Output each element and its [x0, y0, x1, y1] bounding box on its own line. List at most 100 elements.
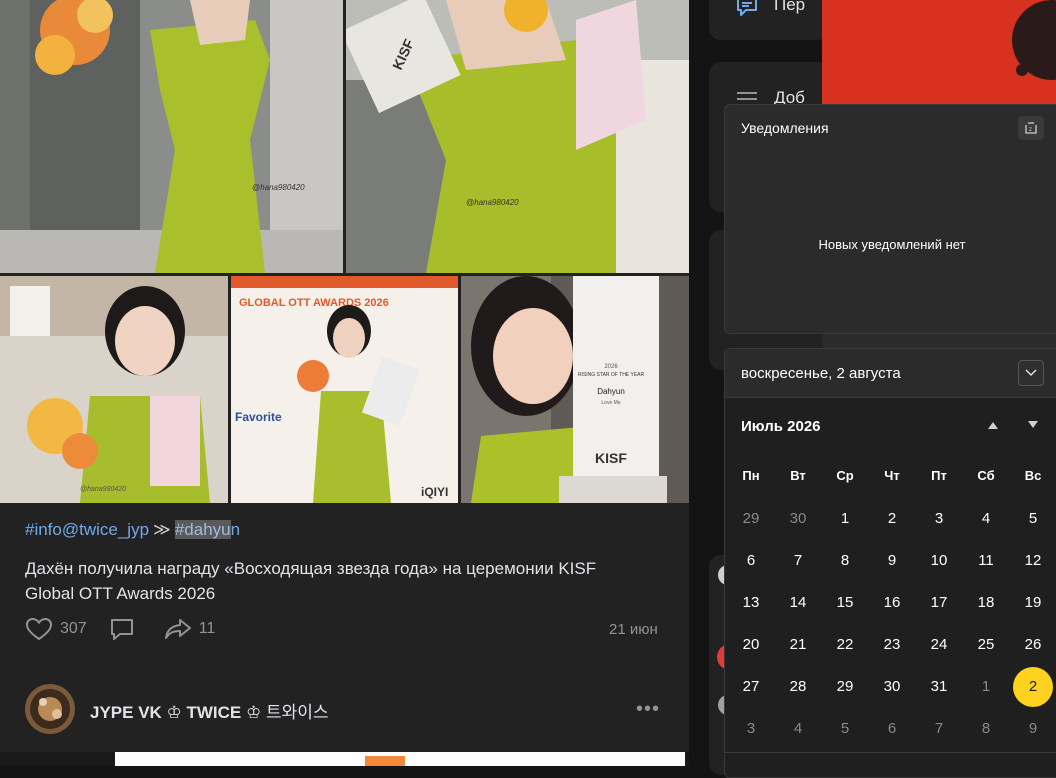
photo-sponsor: Favorite: [235, 410, 282, 424]
hashtag-link-tail[interactable]: n: [231, 520, 240, 539]
calendar-day[interactable]: 14: [778, 583, 818, 623]
hashtag-separator: ≫: [153, 520, 171, 539]
author-name-text: JYPE VK ♔ TWICE ♔: [90, 703, 262, 722]
calendar-day[interactable]: 11: [966, 541, 1006, 581]
calendar-collapse-button[interactable]: [1018, 360, 1044, 386]
calendar-month-title[interactable]: Июль 2026: [741, 418, 821, 435]
notifications-empty-text: Новых уведомлений нет: [818, 237, 966, 252]
svg-text:z: z: [1029, 127, 1032, 133]
post-text: Дахён получила награду «Восходящая звезд…: [25, 559, 597, 603]
calendar-day-today[interactable]: 2: [1013, 667, 1053, 707]
photo-sponsor: iQIYI: [421, 485, 448, 499]
trophy-sub: Love Me: [601, 400, 620, 406]
calendar-day[interactable]: 23: [872, 625, 912, 665]
calendar-weekday: Чт: [884, 468, 900, 483]
photo-banner: GLOBAL OTT AWARDS 2026: [239, 297, 389, 309]
photo-watermark: @hana980420: [252, 183, 305, 192]
hashtag-link[interactable]: #info@twice_jyp: [25, 520, 149, 539]
calendar-day[interactable]: 30: [778, 499, 818, 539]
chevron-down-icon: [1025, 369, 1037, 377]
calendar-day[interactable]: 7: [919, 709, 959, 749]
calendar-day[interactable]: 30: [872, 667, 912, 707]
calendar-day[interactable]: 8: [966, 709, 1006, 749]
calendar-day[interactable]: 27: [731, 667, 771, 707]
previous-month-icon[interactable]: [986, 419, 1000, 431]
chat-icon: [737, 0, 757, 16]
calendar-day[interactable]: 28: [778, 667, 818, 707]
calendar-weekday: Пт: [931, 468, 947, 483]
more-options-button[interactable]: •••: [636, 698, 660, 721]
post-photo-4[interactable]: GLOBAL OTT AWARDS 2026 Favorite iQIYI: [231, 276, 458, 503]
calendar-day[interactable]: 25: [966, 625, 1006, 665]
calendar-day[interactable]: 3: [731, 709, 771, 749]
photo-watermark: @hana980420: [80, 486, 126, 493]
calendar-day[interactable]: 7: [778, 541, 818, 581]
feed-post: @hana980420 KISF @hana980420 @hana980420…: [0, 0, 689, 766]
calendar-weekday: Сб: [977, 468, 995, 483]
post-photo-1[interactable]: @hana980420: [0, 0, 343, 273]
calendar-day[interactable]: 17: [919, 583, 959, 623]
snooze-icon: z: [1025, 122, 1037, 134]
calendar-weekday: Вт: [790, 468, 806, 483]
calendar-day[interactable]: 3: [919, 499, 959, 539]
sidebar-image[interactable]: [822, 0, 1056, 104]
calendar-weekday: Вс: [1024, 468, 1042, 483]
author-name-korean: 트와이스: [265, 703, 329, 722]
calendar-day[interactable]: 26: [1013, 625, 1053, 665]
calendar-day[interactable]: 29: [731, 499, 771, 539]
comment-icon: [110, 619, 133, 640]
calendar-day[interactable]: 9: [1013, 709, 1053, 749]
calendar-day[interactable]: 9: [872, 541, 912, 581]
calendar-day[interactable]: 10: [919, 541, 959, 581]
post-photo-2[interactable]: KISF @hana980420: [346, 0, 689, 273]
calendar-day[interactable]: 5: [1013, 499, 1053, 539]
sidebar-card: [709, 0, 829, 40]
calendar-day[interactable]: 18: [966, 583, 1006, 623]
calendar-day[interactable]: 6: [872, 709, 912, 749]
calendar-day[interactable]: 29: [825, 667, 865, 707]
share-button[interactable]: 11: [164, 617, 215, 641]
calendar-day[interactable]: 16: [872, 583, 912, 623]
calendar-day[interactable]: 24: [919, 625, 959, 665]
photo-watermark: @hana980420: [466, 198, 519, 207]
calendar-day[interactable]: 4: [966, 499, 1006, 539]
calendar-day[interactable]: 12: [1013, 541, 1053, 581]
like-button[interactable]: 307: [25, 617, 87, 641]
notifications-title: Уведомления: [741, 120, 829, 136]
calendar-day[interactable]: 1: [966, 667, 1006, 707]
trophy-name: Dahyun: [597, 387, 625, 396]
sidebar-item-label[interactable]: Пер: [774, 0, 805, 15]
post-actions: 307 11: [25, 616, 237, 642]
calendar-day[interactable]: 1: [825, 499, 865, 539]
calendar-day[interactable]: 5: [825, 709, 865, 749]
calendar-day[interactable]: 21: [778, 625, 818, 665]
post-date[interactable]: 21 июн: [609, 621, 658, 638]
calendar-day[interactable]: 20: [731, 625, 771, 665]
calendar-day[interactable]: 2: [872, 499, 912, 539]
post-hashtags: #info@twice_jyp ≫ #dahyun: [25, 520, 240, 540]
hashtag-link-selected[interactable]: #dahyu: [174, 520, 231, 539]
calendar-weekday: Ср: [836, 468, 854, 483]
calendar-day[interactable]: 4: [778, 709, 818, 749]
trophy-title: RISING STAR OF THE YEAR: [578, 372, 645, 378]
calendar-day[interactable]: 31: [919, 667, 959, 707]
calendar-day[interactable]: 22: [825, 625, 865, 665]
next-month-icon[interactable]: [1026, 419, 1040, 431]
calendar-footer-divider: [725, 752, 1056, 753]
notifications-settings-button[interactable]: z: [1018, 116, 1044, 140]
calendar-day[interactable]: 8: [825, 541, 865, 581]
next-post-image-strip: [0, 752, 689, 766]
avatar[interactable]: [25, 684, 75, 734]
calendar-day[interactable]: 19: [1013, 583, 1053, 623]
calendar-day[interactable]: 13: [731, 583, 771, 623]
post-photo-5[interactable]: 2026 RISING STAR OF THE YEAR Dahyun Love…: [461, 276, 689, 503]
post-photo-3[interactable]: @hana980420: [0, 276, 228, 503]
calendar-day[interactable]: 6: [731, 541, 771, 581]
heart-icon: [25, 617, 53, 641]
post-author-name[interactable]: JYPE VK ♔ TWICE ♔ 트와이스: [90, 698, 329, 723]
calendar-current-date: воскресенье, 2 августа: [741, 365, 901, 382]
calendar-weekday: Пн: [742, 468, 760, 483]
calendar-day[interactable]: 15: [825, 583, 865, 623]
notifications-panel: [724, 104, 1056, 334]
comment-button[interactable]: [109, 617, 142, 641]
